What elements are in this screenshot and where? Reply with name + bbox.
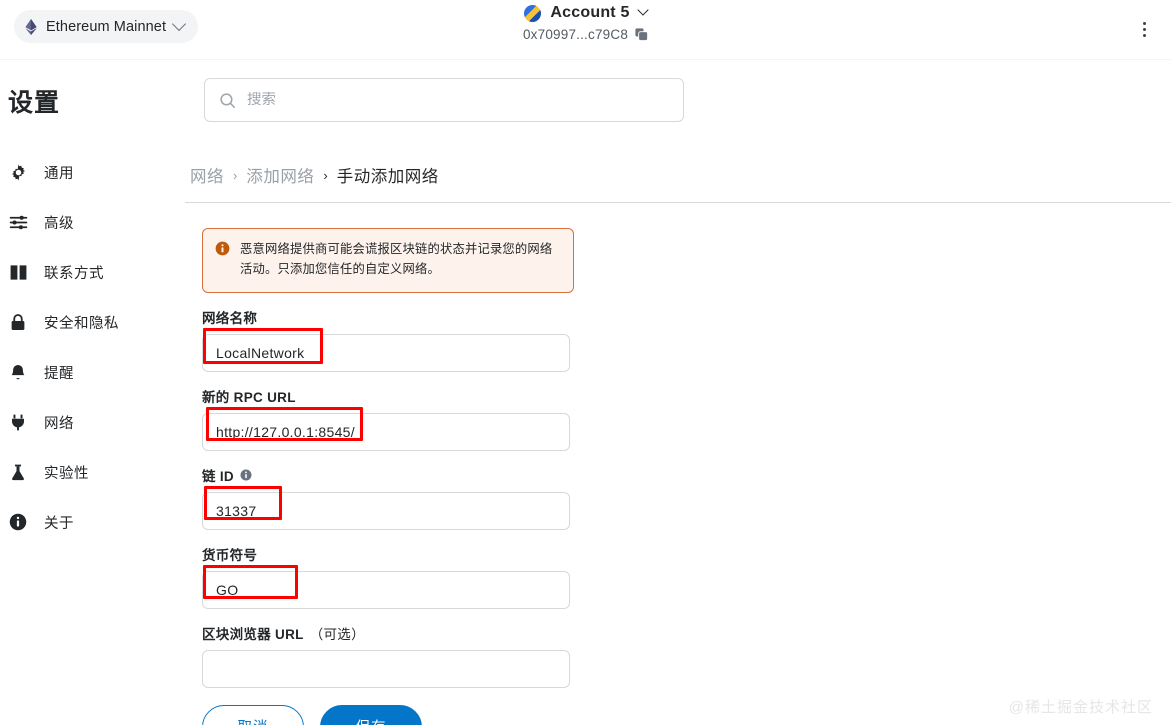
avatar <box>524 4 542 22</box>
flask-icon <box>8 462 28 482</box>
search-area <box>204 78 684 122</box>
copy-address-button[interactable]: 0x70997...c79C8 <box>522 27 649 42</box>
page-title: 设置 <box>8 89 61 117</box>
sidebar-item-contacts[interactable]: 联系方式 <box>0 247 180 297</box>
sidebar-item-label: 网络 <box>44 415 74 432</box>
metamask-settings-window: Ethereum Mainnet Account 5 0x70997...c79… <box>0 0 1171 725</box>
address-book-icon <box>8 262 28 282</box>
sidebar-item-label: 高级 <box>44 215 74 232</box>
field-label: 网络名称 <box>202 307 574 327</box>
chain-id-input[interactable] <box>202 491 570 530</box>
currency-symbol-input[interactable] <box>202 570 570 609</box>
plug-icon <box>8 412 28 432</box>
account-address-label: 0x70997...c79C8 <box>522 27 629 42</box>
sidebar-item-label: 实验性 <box>44 465 89 482</box>
kebab-menu-icon[interactable] <box>1129 14 1159 44</box>
breadcrumb-item-networks[interactable]: 网络 <box>190 163 224 187</box>
sidebar-item-label: 联系方式 <box>44 265 104 282</box>
form-actions: 取消 保存 <box>202 704 574 725</box>
header-divider <box>185 202 1171 203</box>
sidebar-item-networks[interactable]: 网络 <box>0 397 180 447</box>
network-name-input[interactable] <box>202 333 570 372</box>
sidebar-item-alerts[interactable]: 提醒 <box>0 347 180 397</box>
account-menu-button[interactable]: Account 5 <box>524 4 649 22</box>
search-input[interactable] <box>247 92 669 108</box>
breadcrumb-current: 手动添加网络 <box>336 168 439 186</box>
cancel-button[interactable]: 取消 <box>202 704 304 725</box>
settings-sidebar: 设置 通用 高级 联系方式 安全和隐私 提醒 网络 实验性 关于 <box>0 60 180 725</box>
field-chain-id: 链 ID <box>202 465 574 530</box>
copy-icon <box>635 28 649 41</box>
search-icon <box>220 92 236 108</box>
sidebar-item-advanced[interactable]: 高级 <box>0 197 180 247</box>
info-filled-icon <box>215 241 230 280</box>
sidebar-item-label: 安全和隐私 <box>44 315 119 332</box>
search-box[interactable] <box>204 78 684 122</box>
sliders-icon <box>8 212 28 232</box>
sidebar-item-label: 提醒 <box>44 365 74 382</box>
field-optional-text: （可选） <box>309 626 365 642</box>
breadcrumb: 网络 › 添加网络 › 手动添加网络 <box>190 163 439 187</box>
gear-icon <box>8 162 28 182</box>
field-label-text: 链 ID <box>202 468 234 484</box>
account-header: Account 5 0x70997...c79C8 <box>0 4 1171 42</box>
kebab-dot <box>1142 33 1146 37</box>
info-circle-icon[interactable] <box>240 469 252 481</box>
sidebar-item-general[interactable]: 通用 <box>0 147 180 197</box>
chevron-down-icon <box>636 4 649 16</box>
kebab-dot <box>1142 21 1146 25</box>
field-label: 货币符号 <box>202 544 574 564</box>
warning-text: 恶意网络提供商可能会谎报区块链的状态并记录您的网络活动。只添加您信任的自定义网络… <box>240 242 553 276</box>
bell-icon <box>8 362 28 382</box>
field-rpc-url: 新的 RPC URL <box>202 386 574 451</box>
save-button[interactable]: 保存 <box>320 704 422 725</box>
field-label: 新的 RPC URL <box>202 386 574 406</box>
sidebar-item-label: 关于 <box>44 515 74 532</box>
rpc-url-input[interactable] <box>202 412 570 451</box>
breadcrumb-separator: › <box>323 167 328 183</box>
field-label: 区块浏览器 URL （可选） <box>202 623 574 643</box>
sidebar-item-experimental[interactable]: 实验性 <box>0 447 180 497</box>
breadcrumb-item-add-network[interactable]: 添加网络 <box>246 163 314 187</box>
field-label-text: 新的 RPC URL <box>202 389 296 405</box>
sidebar-item-security[interactable]: 安全和隐私 <box>0 297 180 347</box>
info-circle-icon <box>8 512 28 532</box>
field-label: 链 ID <box>202 465 574 485</box>
block-explorer-url-input[interactable] <box>202 649 570 688</box>
field-network-name: 网络名称 <box>202 307 574 372</box>
field-label-text: 区块浏览器 URL <box>202 626 304 642</box>
breadcrumb-separator: › <box>233 167 238 183</box>
settings-main: 网络 › 添加网络 › 手动添加网络 恶意网络提供商可能会谎报区块链的状态并记录… <box>180 60 1171 725</box>
settings-nav: 通用 高级 联系方式 安全和隐私 提醒 网络 实验性 关于 <box>0 147 180 547</box>
watermark: @稀土掘金技术社区 <box>1008 699 1153 716</box>
kebab-dot <box>1142 27 1146 31</box>
field-label-text: 网络名称 <box>202 310 258 326</box>
field-block-explorer-url: 区块浏览器 URL （可选） <box>202 623 574 688</box>
field-label-text: 货币符号 <box>202 547 258 563</box>
malicious-network-warning: 恶意网络提供商可能会谎报区块链的状态并记录您的网络活动。只添加您信任的自定义网络… <box>202 228 574 293</box>
sidebar-item-about[interactable]: 关于 <box>0 497 180 547</box>
account-name-label: Account 5 <box>550 4 630 21</box>
field-currency-symbol: 货币符号 <box>202 544 574 609</box>
app-header: Ethereum Mainnet Account 5 0x70997...c79… <box>0 0 1171 60</box>
sidebar-item-label: 通用 <box>44 165 74 182</box>
add-network-form: 恶意网络提供商可能会谎报区块链的状态并记录您的网络活动。只添加您信任的自定义网络… <box>202 228 574 725</box>
lock-icon <box>8 312 28 332</box>
